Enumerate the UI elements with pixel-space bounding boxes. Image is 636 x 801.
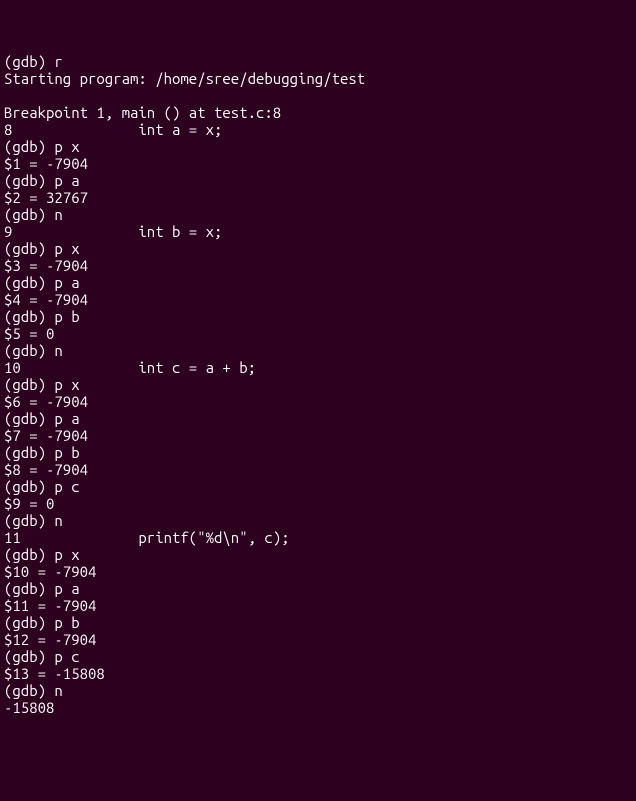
terminal-line: $13 = -15808 (4, 665, 632, 682)
terminal-line: (gdb) p a (4, 172, 632, 189)
terminal-line: (gdb) n (4, 682, 632, 699)
terminal-line: 8 int a = x; (4, 121, 632, 138)
terminal-line: 9 int b = x; (4, 223, 632, 240)
terminal-line: Breakpoint 1, main () at test.c:8 (4, 104, 632, 121)
terminal-line: $5 = 0 (4, 325, 632, 342)
terminal-line: (gdb) p x (4, 138, 632, 155)
terminal-line: -15808 (4, 699, 632, 716)
terminal-line: (gdb) p c (4, 648, 632, 665)
terminal-line: $9 = 0 (4, 495, 632, 512)
terminal-line: (gdb) p x (4, 376, 632, 393)
terminal-line: (gdb) p x (4, 240, 632, 257)
terminal-line: (gdb) p a (4, 410, 632, 427)
terminal-line: $7 = -7904 (4, 427, 632, 444)
terminal-line: Starting program: /home/sree/debugging/t… (4, 70, 632, 87)
terminal-line: $6 = -7904 (4, 393, 632, 410)
terminal-line: (gdb) p x (4, 546, 632, 563)
terminal-line: 10 int c = a + b; (4, 359, 632, 376)
terminal-line: (gdb) n (4, 342, 632, 359)
terminal-line: $4 = -7904 (4, 291, 632, 308)
terminal-line: $2 = 32767 (4, 189, 632, 206)
terminal-line: $10 = -7904 (4, 563, 632, 580)
terminal-line: (gdb) r (4, 53, 632, 70)
terminal-line: (gdb) n (4, 206, 632, 223)
terminal-line: $8 = -7904 (4, 461, 632, 478)
terminal-line: $1 = -7904 (4, 155, 632, 172)
terminal-line (4, 87, 632, 104)
terminal-line: (gdb) p a (4, 274, 632, 291)
terminal-line: (gdb) p c (4, 478, 632, 495)
terminal-line: (gdb) n (4, 512, 632, 529)
terminal-line: (gdb) p b (4, 444, 632, 461)
terminal-line: $3 = -7904 (4, 257, 632, 274)
gdb-terminal-output[interactable]: (gdb) rStarting program: /home/sree/debu… (4, 53, 632, 716)
terminal-line: (gdb) p b (4, 308, 632, 325)
terminal-line: $11 = -7904 (4, 597, 632, 614)
terminal-line: 11 printf("%d\n", c); (4, 529, 632, 546)
terminal-line: (gdb) p b (4, 614, 632, 631)
terminal-line: $12 = -7904 (4, 631, 632, 648)
terminal-line: (gdb) p a (4, 580, 632, 597)
